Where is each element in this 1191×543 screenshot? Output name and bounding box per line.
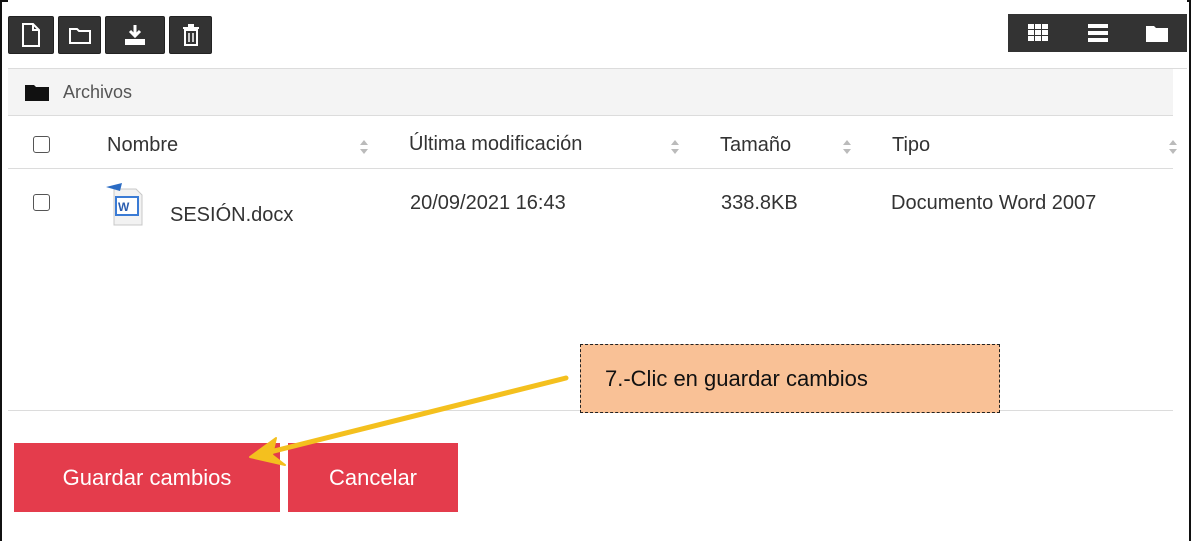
file-toolbar <box>8 0 1187 69</box>
view-mode-group <box>1008 14 1187 52</box>
sort-icon[interactable] <box>670 139 680 155</box>
folder-icon <box>68 28 91 44</box>
delete-button[interactable] <box>169 16 212 54</box>
table-header: Nombre Última modificación Tamaño Tipo <box>8 115 1177 169</box>
folder-solid-icon <box>25 85 49 101</box>
instruction-callout: 7.-Clic en guardar cambios <box>580 344 1000 413</box>
select-all-checkbox[interactable] <box>33 136 50 153</box>
word-document-icon: W <box>106 183 143 226</box>
new-file-button[interactable] <box>8 16 54 54</box>
folder-solid-icon <box>1146 26 1169 42</box>
column-size-header[interactable]: Tamaño <box>720 134 791 157</box>
file-size: 338.8KB <box>721 192 798 214</box>
new-file-icon <box>22 23 40 47</box>
file-name[interactable]: SESIÓN.docx <box>170 204 293 227</box>
sort-icon[interactable] <box>1168 139 1178 155</box>
svg-text:W: W <box>118 200 130 214</box>
column-modified-header[interactable]: Última modificación <box>409 133 582 156</box>
file-modified: 20/09/2021 16:43 <box>410 192 566 214</box>
list-icon <box>1087 24 1108 42</box>
new-folder-button[interactable] <box>58 16 101 54</box>
breadcrumb: Archivos <box>8 69 1173 116</box>
download-button[interactable] <box>105 16 165 54</box>
breadcrumb-root[interactable]: Archivos <box>63 82 132 103</box>
instruction-callout-text: 7.-Clic en guardar cambios <box>605 365 868 391</box>
view-list-button[interactable] <box>1068 14 1128 52</box>
view-tree-button[interactable] <box>1127 14 1187 52</box>
sort-icon[interactable] <box>359 139 369 155</box>
cancel-button[interactable]: Cancelar <box>288 443 458 512</box>
download-icon <box>125 25 145 45</box>
view-grid-button[interactable] <box>1008 14 1068 52</box>
grid-icon <box>1027 24 1048 41</box>
column-name-header[interactable]: Nombre <box>107 134 178 157</box>
trash-icon <box>182 24 199 46</box>
file-type: Documento Word 2007 <box>891 192 1097 214</box>
row-checkbox[interactable] <box>33 194 50 211</box>
sort-icon[interactable] <box>842 139 852 155</box>
column-type-header[interactable]: Tipo <box>892 134 930 157</box>
save-changes-button[interactable]: Guardar cambios <box>14 443 280 512</box>
